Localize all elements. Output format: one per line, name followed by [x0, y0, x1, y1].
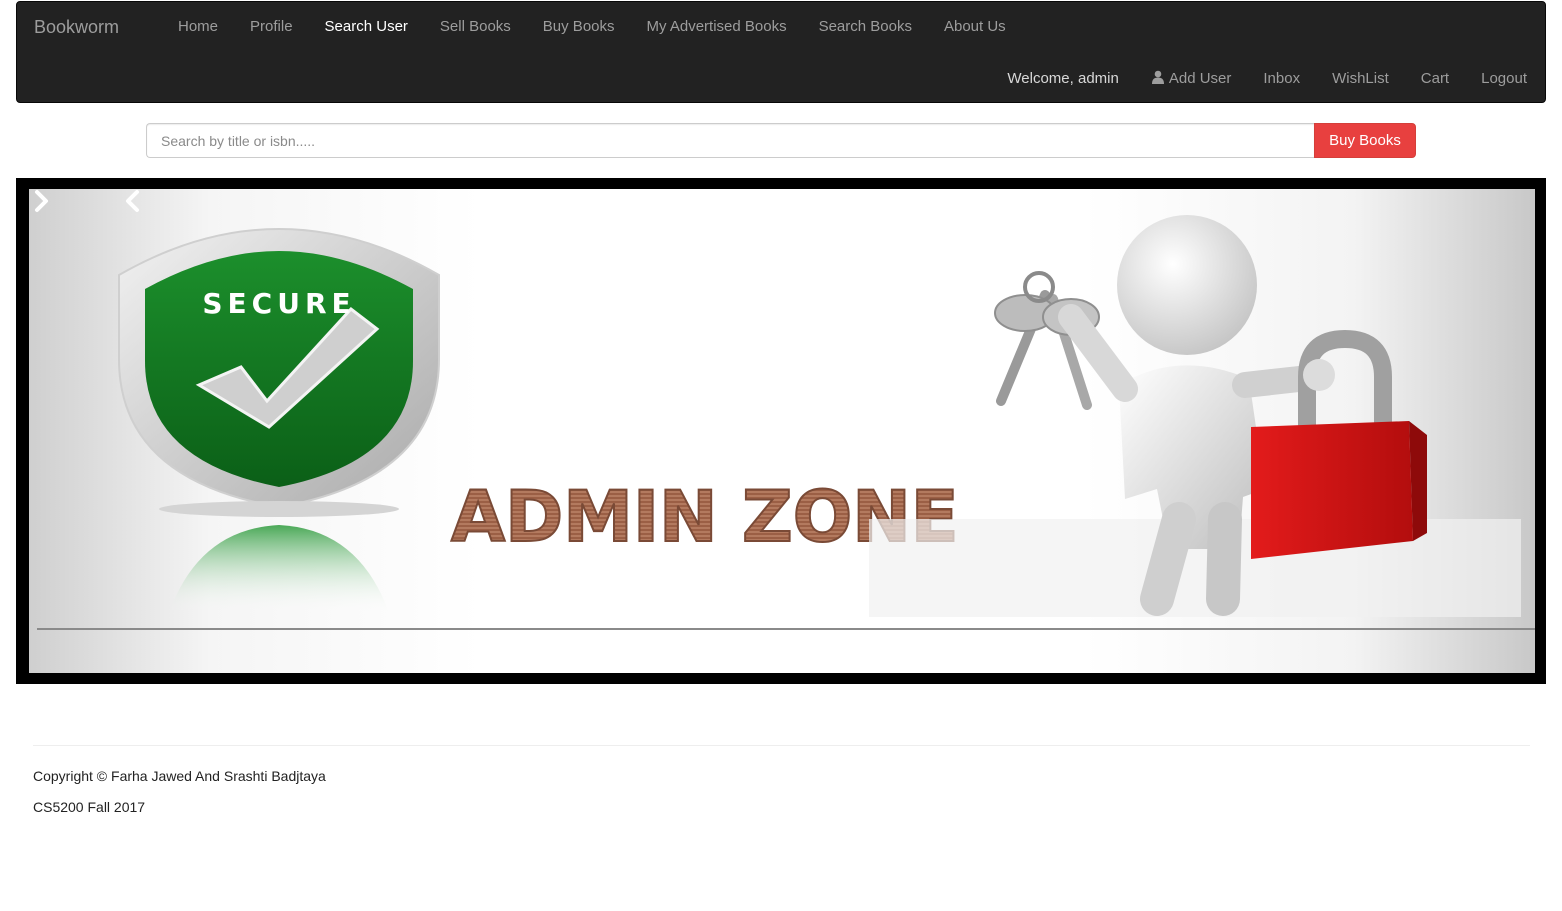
- chevron-right-icon[interactable]: [29, 189, 53, 213]
- buy-books-button[interactable]: Buy Books: [1314, 123, 1416, 158]
- carousel-slide: SECURE ADMIN ZONE: [29, 189, 1535, 673]
- welcome-text: Welcome, admin: [1007, 69, 1119, 87]
- user-icon: [1151, 70, 1164, 84]
- chevron-left-icon[interactable]: [121, 189, 145, 213]
- footer-course: CS5200 Fall 2017: [33, 799, 146, 815]
- secondary-nav: Welcome, admin Add User Inbox WishList C…: [991, 70, 1543, 87]
- search-input[interactable]: [146, 123, 1314, 158]
- nav-home[interactable]: Home: [162, 19, 234, 35]
- wishlist-link[interactable]: WishList: [1316, 70, 1405, 87]
- nav-profile[interactable]: Profile: [234, 19, 309, 35]
- carousel: SECURE ADMIN ZONE: [16, 178, 1546, 684]
- nav-sell-books[interactable]: Sell Books: [424, 19, 527, 35]
- nav-search-user[interactable]: Search User: [309, 19, 424, 35]
- footer-copyright: Copyright © Farha Jawed And Srashti Badj…: [33, 768, 326, 784]
- secure-text: SECURE: [202, 287, 355, 320]
- logout-link[interactable]: Logout: [1465, 70, 1543, 87]
- inbox-link[interactable]: Inbox: [1247, 70, 1316, 87]
- nav-search-books[interactable]: Search Books: [803, 19, 928, 35]
- nav-my-advertised-books[interactable]: My Advertised Books: [631, 19, 803, 35]
- admin-zone-banner: SECURE ADMIN ZONE: [37, 215, 1535, 630]
- brand-logo[interactable]: Bookworm: [34, 17, 119, 38]
- cart-link[interactable]: Cart: [1405, 70, 1465, 87]
- nav-about-us[interactable]: About Us: [928, 19, 1022, 35]
- nav-buy-books[interactable]: Buy Books: [527, 19, 631, 35]
- add-user-label: Add User: [1168, 70, 1232, 87]
- top-navbar: Bookworm Home Profile Search User Sell B…: [16, 1, 1546, 103]
- add-user-link[interactable]: Add User: [1135, 70, 1248, 87]
- search-bar: Buy Books: [146, 123, 1416, 158]
- person-with-keys-and-lock-icon: [869, 215, 1521, 617]
- primary-nav: Home Profile Search User Sell Books Buy …: [162, 19, 1022, 35]
- footer-divider: [33, 745, 1530, 746]
